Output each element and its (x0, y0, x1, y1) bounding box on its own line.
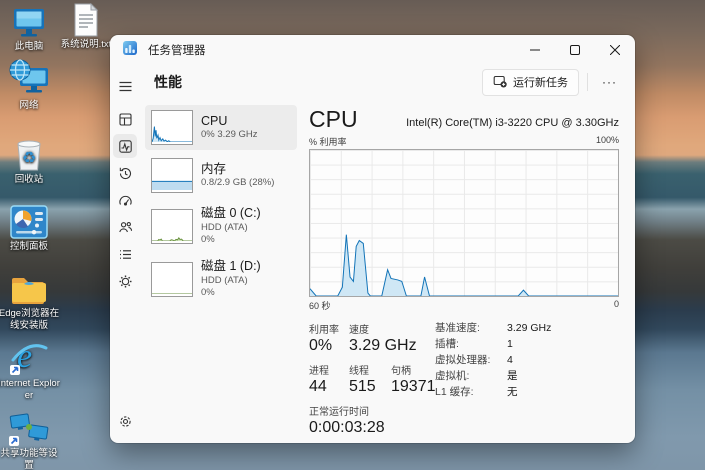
shared-devices-icon (0, 410, 61, 446)
stat-value-utilization: 0% (309, 337, 349, 355)
memory-mini-chart (151, 158, 193, 193)
perf-item-disk1[interactable]: 磁盘 1 (D:) HDD (ATA) 0% (145, 254, 297, 304)
internet-explorer-icon: e (0, 336, 61, 376)
minimize-icon[interactable] (515, 35, 555, 65)
cpu-stats: 利用率 0% 速度 3.29 GHz 进程 (309, 321, 619, 437)
stat-label: 句柄 (391, 362, 436, 377)
detail-value-sockets: 1 (507, 337, 513, 353)
stat-label: 速度 (349, 321, 417, 336)
desktop-icon-label: 网络 (0, 100, 61, 112)
perf-item-name: CPU (201, 114, 258, 130)
title-bar[interactable]: 任务管理器 (110, 35, 635, 65)
perf-item-name: 内存 (201, 162, 274, 178)
processes-icon[interactable] (113, 107, 137, 131)
cpu-detail-panel: CPU Intel(R) Core(TM) i3-3220 CPU @ 3.30… (297, 105, 635, 443)
settings-gear-icon[interactable] (113, 409, 137, 433)
stat-value-handles: 19371 (391, 378, 436, 396)
detail-label: 插槽: (435, 337, 507, 353)
desktop-icon-internet-explorer[interactable]: e Internet Explorer (0, 336, 61, 402)
task-manager-window: 任务管理器 (110, 35, 635, 443)
page-header: 性能 运行新任务 ··· (140, 65, 635, 99)
perf-item-sub: HDD (ATA) (201, 222, 261, 234)
cpu-panel-title: CPU (309, 107, 358, 132)
desktop-icon-network[interactable]: 网络 (0, 62, 61, 112)
more-options-button[interactable]: ··· (596, 73, 623, 91)
network-icon (0, 62, 61, 98)
cpu-model-text: Intel(R) Core(TM) i3-3220 CPU @ 3.30GHz (406, 117, 619, 132)
desktop-icon-label: 共享功能等设置 (0, 448, 61, 470)
maximize-icon[interactable] (555, 35, 595, 65)
details-icon[interactable] (113, 242, 137, 266)
perf-item-sub: 0.8/2.9 GB (28%) (201, 177, 274, 189)
desktop-icon-label: Edge浏览器在线安装版 (0, 308, 61, 332)
run-new-task-label: 运行新任务 (513, 74, 568, 90)
perf-item-sub2: 0% (201, 287, 261, 299)
desktop-icon-label: Internet Explorer (0, 378, 61, 402)
detail-label: L1 缓存: (435, 385, 507, 401)
new-task-icon (493, 74, 507, 91)
stat-value-speed: 3.29 GHz (349, 337, 417, 355)
run-new-task-button[interactable]: 运行新任务 (482, 69, 579, 96)
performance-icon[interactable] (113, 134, 137, 158)
axis-label-60s: 60 秒 (309, 299, 331, 312)
detail-value-virtual-processors: 4 (507, 353, 513, 369)
nav-rail (110, 65, 140, 443)
header-divider (587, 73, 588, 91)
disk1-mini-chart (151, 262, 193, 297)
menu-icon[interactable] (113, 74, 137, 98)
cpu-details-list: 基准速度:3.29 GHz 插槽:1 虚拟处理器:4 虚拟机:是 L1 缓存:无 (431, 321, 619, 437)
detail-value-virtual-machine: 是 (507, 369, 518, 385)
axis-label-0: 0 (614, 299, 619, 312)
app-history-icon[interactable] (113, 161, 137, 185)
content-area: 性能 运行新任务 ··· (140, 65, 635, 443)
desktop-icon-shared-settings[interactable]: 共享功能等设置 (0, 410, 61, 470)
stat-label: 线程 (349, 362, 391, 377)
perf-item-memory[interactable]: 内存 0.8/2.9 GB (28%) (145, 153, 297, 198)
disk0-mini-chart (151, 209, 193, 244)
stat-label: 利用率 (309, 321, 349, 336)
recycle-bin-icon: ♻ (0, 136, 61, 172)
folder-icon (0, 270, 61, 306)
stat-value-threads: 515 (349, 378, 391, 396)
detail-label: 基准速度: (435, 321, 507, 337)
perf-item-sub: 0% 3.29 GHz (201, 129, 258, 141)
detail-label: 虚拟处理器: (435, 353, 507, 369)
desktop-icon-edge-folder[interactable]: Edge浏览器在线安装版 (0, 270, 61, 332)
perf-item-cpu[interactable]: CPU 0% 3.29 GHz (145, 105, 297, 150)
detail-value-l1-cache: 无 (507, 385, 518, 401)
perf-item-name: 磁盘 0 (C:) (201, 206, 261, 222)
desktop-icon-control-panel[interactable]: 控制面板 (0, 203, 61, 253)
stat-value-uptime: 0:00:03:28 (309, 419, 385, 437)
users-icon[interactable] (113, 215, 137, 239)
desktop-icon-label: 控制面板 (0, 241, 61, 253)
startup-apps-icon[interactable] (113, 188, 137, 212)
axis-label-utilization: % 利用率 (309, 135, 347, 148)
perf-item-sub: HDD (ATA) (201, 275, 261, 287)
svg-text:♻: ♻ (22, 148, 36, 167)
desktop-icon-label: 回收站 (0, 174, 61, 186)
control-panel-icon (0, 203, 61, 239)
cpu-usage-chart (309, 149, 619, 297)
services-icon[interactable] (113, 269, 137, 293)
detail-value-base-speed: 3.29 GHz (507, 321, 551, 337)
page-title: 性能 (154, 72, 482, 92)
cpu-mini-chart (151, 110, 193, 145)
task-manager-icon (122, 40, 138, 61)
text-file-icon (50, 1, 122, 37)
axis-label-100: 100% (596, 135, 619, 148)
stat-value-processes: 44 (309, 378, 349, 396)
perf-item-name: 磁盘 1 (D:) (201, 259, 261, 275)
perf-item-disk0[interactable]: 磁盘 0 (C:) HDD (ATA) 0% (145, 201, 297, 251)
desktop-icon-recycle-bin[interactable]: ♻ 回收站 (0, 136, 61, 186)
desktop: { "desktop": { "icons": [ {"label": "此电脑… (0, 0, 705, 470)
performance-list: CPU 0% 3.29 GHz 内存 0.8/2.9 GB (28%) (140, 105, 297, 443)
stat-label: 正常运行时间 (309, 403, 385, 418)
detail-label: 虚拟机: (435, 369, 507, 385)
perf-item-sub2: 0% (201, 234, 261, 246)
stat-label: 进程 (309, 362, 349, 377)
close-icon[interactable] (595, 35, 635, 65)
window-title: 任务管理器 (148, 42, 515, 58)
